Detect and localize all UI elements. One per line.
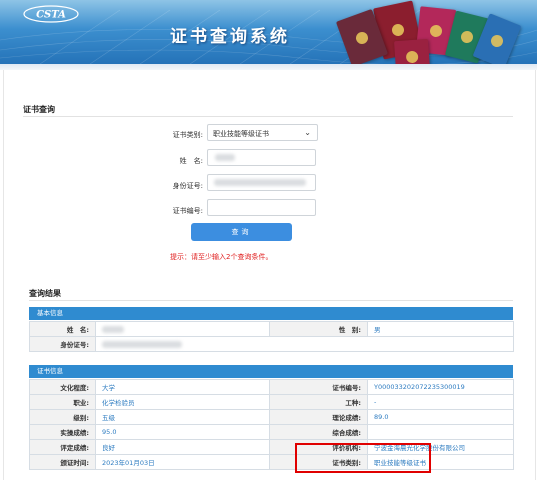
- cert-info-table: 文化程度: 大学 证书编号: Y000033202072235300019 职业…: [29, 379, 514, 470]
- basic-info-header: 基本信息: [29, 307, 513, 320]
- occupation-value: 化学检验员: [95, 394, 270, 410]
- highlight-box: [295, 443, 431, 473]
- query-tip: 提示：请至少输入2个查询条件。: [170, 253, 273, 261]
- occupation-label: 职业:: [29, 394, 96, 410]
- table-row: 姓 名: 性 别: 男: [29, 321, 514, 337]
- basic-info-table: 姓 名: 性 别: 男 身份证号:: [29, 321, 514, 352]
- redacted-name: [215, 154, 235, 161]
- theory-score-value: 89.0: [367, 409, 514, 425]
- divider: [23, 116, 513, 117]
- name-field-label: 姓 名:: [29, 321, 96, 337]
- cert-type-selected: 职业技能等级证书: [213, 130, 269, 138]
- svg-text:CSTA: CSTA: [36, 10, 66, 21]
- id-number-label: 身份证号:: [172, 182, 203, 190]
- table-row: 职业: 化学检验员 工种: -: [29, 394, 514, 410]
- table-row: 评定成绩: 良好 评价机构: 宁波金海晨光化学股份有限公司: [29, 439, 514, 455]
- education-label: 文化程度:: [29, 379, 96, 395]
- cert-number-field-label: 证书编号:: [269, 379, 368, 395]
- system-title: 证书查询系统: [170, 27, 290, 47]
- evaluation-value: 良好: [95, 439, 270, 455]
- result-section-title: 查询结果: [29, 289, 61, 298]
- work-type-label: 工种:: [269, 394, 368, 410]
- certificate-book-image: [393, 38, 431, 64]
- cert-info-header: 证书信息: [29, 365, 513, 378]
- level-value: 五级: [95, 409, 270, 425]
- level-label: 级别:: [29, 409, 96, 425]
- practical-score-label: 实操成绩:: [29, 424, 96, 440]
- table-row: 颁证时间: 2023年01月03日 证书类别: 职业技能等级证书: [29, 454, 514, 470]
- table-row: 文化程度: 大学 证书编号: Y000033202072235300019: [29, 379, 514, 395]
- gender-field-label: 性 别:: [269, 321, 368, 337]
- chevron-down-icon: ⌄: [304, 128, 311, 137]
- table-row: 级别: 五级 理论成绩: 89.0: [29, 409, 514, 425]
- name-value: [95, 321, 270, 337]
- divider: [29, 300, 513, 301]
- table-row: 实操成绩: 95.0 综合成绩:: [29, 424, 514, 440]
- table-row: 身份证号:: [29, 336, 514, 352]
- name-label: 姓 名:: [179, 157, 203, 165]
- id-value: [95, 336, 514, 352]
- practical-score-value: 95.0: [95, 424, 270, 440]
- id-field-label: 身份证号:: [29, 336, 96, 352]
- gender-value: 男: [367, 321, 514, 337]
- cert-type-label: 证书类别:: [172, 131, 203, 139]
- query-section-title: 证书查询: [23, 105, 55, 114]
- query-button[interactable]: 查询: [191, 223, 292, 241]
- header-banner: CSTA 证书查询系统: [0, 0, 537, 64]
- evaluation-label: 评定成绩:: [29, 439, 96, 455]
- issue-date-label: 颁证时间:: [29, 454, 96, 470]
- redacted-id-number: [214, 179, 306, 186]
- cert-number-input[interactable]: [207, 199, 316, 216]
- theory-score-label: 理论成绩:: [269, 409, 368, 425]
- issue-date-value: 2023年01月03日: [95, 454, 270, 470]
- cert-type-select[interactable]: 职业技能等级证书 ⌄: [207, 124, 318, 141]
- csta-logo: CSTA: [23, 5, 79, 23]
- cert-number-value: Y000033202072235300019: [367, 379, 514, 395]
- cert-number-label: 证书编号:: [172, 207, 203, 215]
- overall-score-label: 综合成绩:: [269, 424, 368, 440]
- education-value: 大学: [95, 379, 270, 395]
- overall-score-value: [367, 424, 514, 440]
- work-type-value: -: [367, 394, 514, 410]
